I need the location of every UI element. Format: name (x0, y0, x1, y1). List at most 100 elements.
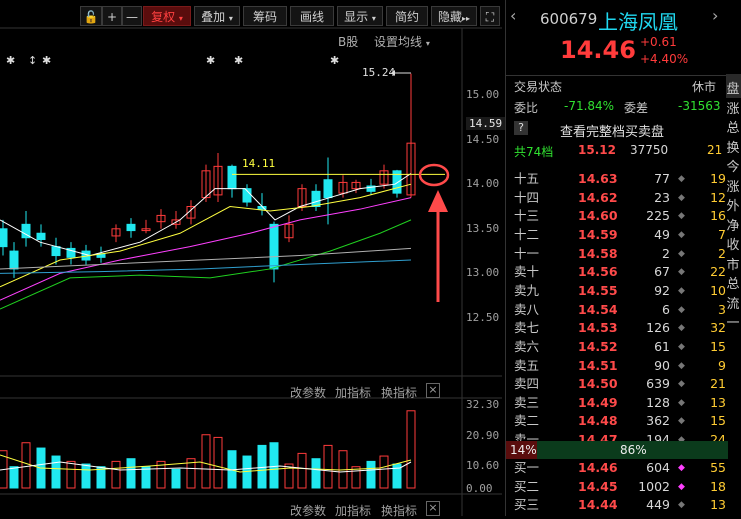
level-volume: 225 (646, 208, 670, 224)
switch-indicator-button[interactable]: 换指标 (381, 502, 417, 519)
diamond-icon: ◆ (678, 379, 685, 390)
jianyue-button[interactable]: 简约 (386, 6, 428, 26)
sell-row[interactable]: 十五 14.63 77 ◆ 19 (506, 170, 728, 188)
ma-settings-label: 设置均线 (374, 35, 423, 49)
high-price-label: 15.24 (362, 66, 396, 79)
candle-body (227, 165, 237, 190)
change-params-button[interactable]: 改参数 (290, 502, 326, 519)
kline-chart-svg[interactable]: ✱ ↕ ✱ ✱ ✱ ✱ (0, 0, 502, 516)
help-icon[interactable]: ? (514, 121, 528, 135)
level-price: 14.62 (578, 189, 618, 205)
chouma-button[interactable]: 筹码 (243, 6, 287, 26)
fuquan-dropdown[interactable]: 复权 ▾ (143, 6, 191, 26)
volume-tick: 10.60 (466, 459, 500, 472)
full-book-link[interactable]: 查看完整档买卖盘 (560, 121, 664, 140)
highlight-circle (418, 163, 450, 187)
level-label: 买一 (514, 460, 540, 475)
zoom-in-button[interactable]: + (102, 6, 122, 26)
huaxian-button[interactable]: 画线 (290, 6, 334, 26)
switch-indicator-button[interactable]: 换指标 (381, 384, 417, 401)
sell-row[interactable]: 卖五 14.51 90 ◆ 9 (506, 357, 728, 375)
volume-bar (406, 410, 416, 489)
chevron-down-icon: ▾ (178, 14, 183, 23)
price-tick: 13.00 (466, 266, 500, 279)
close-icon[interactable]: × (426, 383, 440, 398)
price-tick: 14.00 (466, 177, 500, 190)
close-icon[interactable]: × (426, 501, 440, 516)
level-price: 14.60 (578, 208, 618, 224)
chevron-right-icon: ▸▸ (461, 14, 471, 23)
sell-row[interactable]: 卖二 14.48 362 ◆ 15 (506, 412, 728, 430)
weibi-label: 委比 (514, 101, 539, 115)
volume-bar (51, 455, 61, 489)
add-indicator-button[interactable]: 加指标 (335, 502, 371, 519)
volume-tick: 20.90 (466, 429, 500, 442)
diamond-icon: ◆ (678, 463, 685, 473)
volume-bar (171, 468, 181, 489)
diamond-icon: ◆ (678, 341, 685, 352)
level-count: 22 (710, 264, 726, 280)
level-label: 卖五 (514, 357, 540, 373)
kline-chart-area[interactable]: ✱ ↕ ✱ ✱ ✱ ✱ 🔓 + — 复权 ▾ 叠加 ▾ 筹码 画线 显示 ▾ 简约 隐藏▸… (0, 0, 506, 519)
yincang-button[interactable]: 隐藏▸▸ (431, 6, 477, 26)
sell-row[interactable]: 卖九 14.55 92 ◆ 10 (506, 282, 728, 300)
total-volume: 37750 (630, 143, 669, 157)
sell-row[interactable]: 卖八 14.54 6 ◆ 3 (506, 301, 728, 319)
volume-tick: 32.30 (466, 398, 500, 411)
volume-bar (213, 436, 223, 489)
sell-row[interactable]: 卖十 14.56 67 ◆ 22 (506, 263, 728, 281)
b-share-label[interactable]: B股 (338, 33, 358, 50)
diamond-icon: ◆ (678, 323, 685, 334)
zoom-out-button[interactable]: — (122, 6, 142, 26)
volume-bar (269, 442, 279, 489)
volume-bar (81, 463, 91, 489)
buy-row[interactable]: 买二 14.45 1002 ◆ 18 (506, 478, 728, 496)
xianshi-dropdown[interactable]: 显示 ▾ (337, 6, 383, 26)
level-volume: 61 (654, 338, 670, 354)
level-label: 卖八 (514, 301, 540, 317)
ma60-line (0, 247, 412, 270)
event-marker-icon: ✱ (42, 54, 51, 67)
side-stat-label: 流 (726, 296, 740, 312)
sell-row[interactable]: 十四 14.62 23 ◆ 12 (506, 189, 728, 207)
level-label: 卖六 (514, 338, 540, 354)
total-count: 21 (707, 143, 723, 157)
side-stat-label: 市 (726, 257, 740, 273)
diamond-icon: ◆ (678, 397, 685, 408)
volume-bar (21, 442, 31, 489)
sell-row[interactable]: 卖六 14.52 61 ◆ 15 (506, 338, 728, 356)
add-indicator-button[interactable]: 加指标 (335, 384, 371, 401)
level-label: 卖四 (514, 376, 540, 392)
ma120-line (0, 259, 412, 274)
change-params-button[interactable]: 改参数 (290, 384, 326, 401)
diamond-icon: ◆ (678, 192, 685, 203)
level-price: 14.48 (578, 413, 618, 429)
volume-bar (323, 444, 333, 489)
level-count: 10 (710, 282, 726, 298)
ma-settings-button[interactable]: 设置均线 ▾ (374, 33, 430, 50)
level-volume: 128 (646, 394, 670, 410)
total-price: 15.12 (578, 143, 616, 157)
lock-icon[interactable]: 🔓 (80, 6, 102, 26)
chevron-down-icon: ▾ (228, 14, 233, 23)
sell-row[interactable]: 十一 14.58 2 ◆ 2 (506, 245, 728, 263)
back-arrow-icon[interactable]: ‹ (510, 6, 526, 28)
sell-row[interactable]: 十三 14.60 225 ◆ 16 (506, 207, 728, 225)
sell-row[interactable]: 十二 14.59 49 ◆ 7 (506, 226, 728, 244)
buy-row[interactable]: 买一 14.46 604 ◆ 55 (506, 459, 728, 477)
forward-arrow-icon[interactable]: › (712, 6, 728, 28)
candle-body (269, 223, 279, 270)
stock-name: 上海凤凰 (598, 10, 678, 34)
sell-row[interactable]: 卖三 14.49 128 ◆ 13 (506, 394, 728, 412)
level-price: 14.58 (578, 245, 618, 261)
sell-row[interactable]: 卖七 14.53 126 ◆ 32 (506, 319, 728, 337)
level-volume: 77 (654, 171, 670, 186)
event-marker-icon: ✱ (6, 54, 15, 67)
level-label: 卖七 (514, 320, 540, 336)
diamond-icon: ◆ (678, 285, 685, 296)
sell-row[interactable]: 卖四 14.50 639 ◆ 21 (506, 375, 728, 393)
expand-icon[interactable]: ⛶ (480, 6, 500, 26)
diejia-dropdown[interactable]: 叠加 ▾ (194, 6, 240, 26)
buy-row[interactable]: 买三 14.44 449 ◆ 13 (506, 496, 728, 514)
volume-bar (126, 458, 136, 489)
